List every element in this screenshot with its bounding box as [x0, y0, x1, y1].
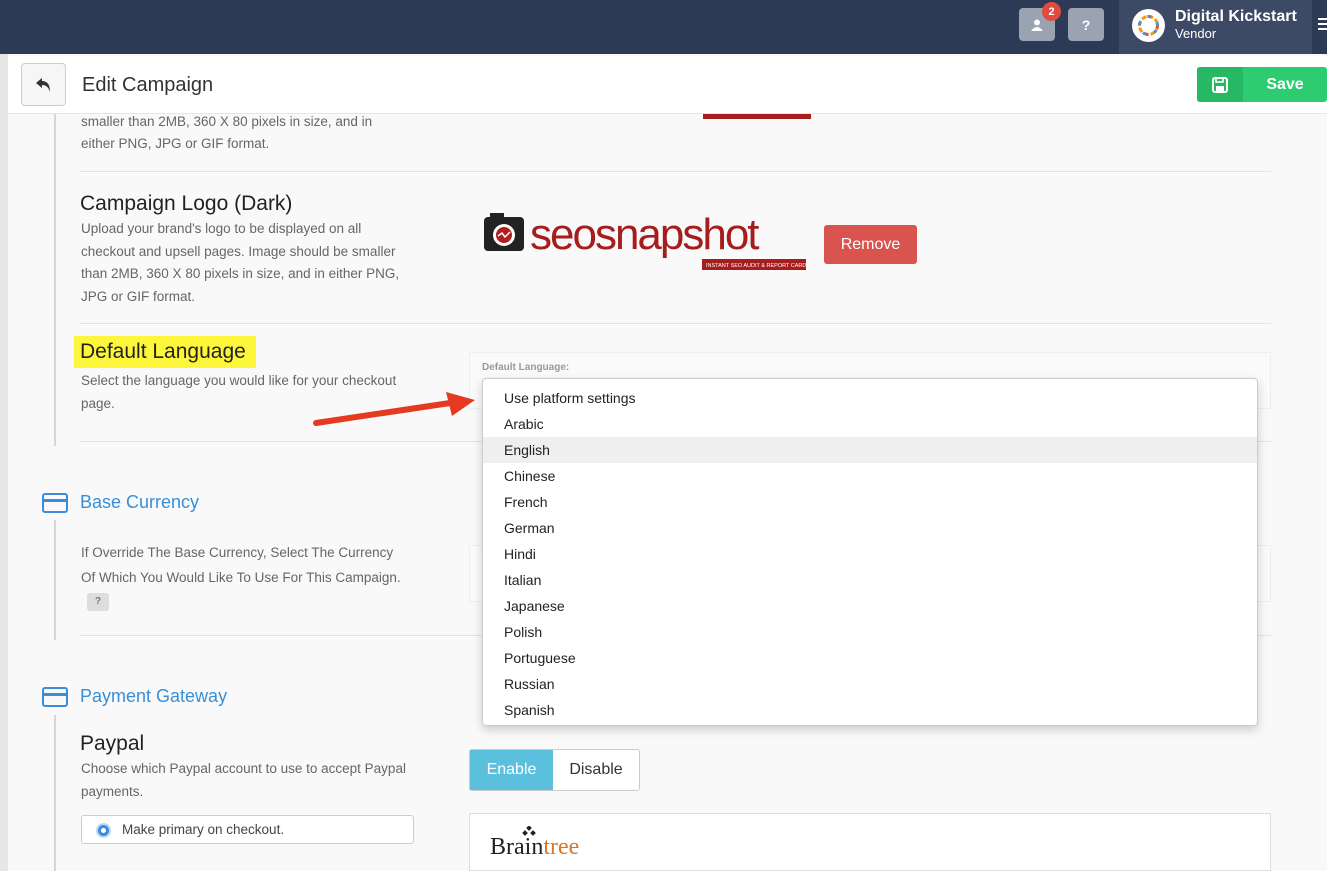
paypal-title: Paypal [80, 732, 145, 755]
language-option[interactable]: Arabic [483, 411, 1257, 437]
language-option[interactable]: French [483, 489, 1257, 515]
logo-light-preview [703, 114, 811, 119]
brand-role: Vendor [1175, 26, 1217, 41]
language-option[interactable]: English [483, 437, 1257, 463]
language-option[interactable]: Use platform settings [483, 385, 1257, 411]
paypal-toggle: Enable Disable [469, 749, 640, 791]
radio-selected[interactable] [96, 823, 111, 838]
top-navbar: 2 ? Digital Kickstart Vendor [0, 0, 1327, 54]
logo-text: seosnapshot [530, 210, 759, 259]
default-language-title: Default Language [74, 336, 256, 368]
question-icon: ? [1081, 16, 1091, 33]
user-icon [1031, 19, 1043, 31]
section-line [54, 715, 56, 871]
language-dropdown-list[interactable]: Use platform settings Arabic English Chines… [482, 378, 1258, 726]
page-title: Edit Campaign [82, 74, 214, 96]
language-option[interactable]: Chinese [483, 463, 1257, 489]
page-header: Edit Campaign Save [8, 56, 1327, 114]
language-option[interactable]: Polish [483, 619, 1257, 645]
logo-light-desc-2: either PNG, JPG or GIF format. [81, 136, 270, 151]
braintree-panel: Braintree [469, 813, 1271, 871]
help-icon[interactable]: ? [87, 593, 109, 612]
credit-card-icon [42, 687, 68, 707]
hamburger-menu-icon[interactable] [1318, 18, 1327, 33]
primary-checkout-label: Make primary on checkout. [122, 822, 285, 837]
section-line [54, 114, 56, 446]
brand-logo-icon [1132, 9, 1165, 42]
notification-badge: 2 [1042, 2, 1061, 21]
enable-button[interactable]: Enable [470, 750, 553, 790]
language-option[interactable]: Italian [483, 567, 1257, 593]
language-option[interactable]: Portuguese [483, 645, 1257, 671]
disable-button[interactable]: Disable [553, 750, 639, 790]
language-field-label: Default Language: [482, 362, 570, 373]
back-button[interactable] [21, 63, 66, 106]
logo-dark-title: Campaign Logo (Dark) [80, 192, 293, 215]
base-currency-heading: Base Currency [80, 492, 200, 512]
user-notifications-button[interactable]: 2 [1019, 2, 1061, 41]
logo-light-desc-1: smaller than 2MB, 360 X 80 pixels in siz… [81, 114, 373, 129]
payment-gateway-heading: Payment Gateway [80, 686, 228, 706]
paypal-desc: Choose which Paypal account to use to ac… [81, 761, 406, 799]
logo-dark-desc: Upload your brand's logo to be displayed… [81, 221, 400, 304]
brand-name: Digital Kickstart [1175, 8, 1297, 25]
logo-tagline: INSTANT SEO AUDIT & REPORT CARD [706, 263, 806, 269]
base-currency-desc: If Override The Base Currency, Select Th… [81, 541, 411, 615]
divider [80, 171, 1271, 172]
save-label: Save [1266, 75, 1304, 93]
annotation-arrow-icon [313, 392, 475, 426]
primary-checkout-option[interactable]: Make primary on checkout. [81, 815, 414, 844]
save-button[interactable]: Save [1197, 67, 1327, 102]
language-option[interactable]: Spanish [483, 697, 1257, 723]
seosnapshot-logo: seosnapshot INSTANT SEO AUDIT & REPORT C… [482, 207, 812, 271]
save-icon [1197, 67, 1243, 102]
remove-logo-button[interactable]: Remove [824, 225, 917, 264]
account-menu[interactable]: Digital Kickstart Vendor [1119, 0, 1312, 54]
section-line [54, 520, 56, 640]
braintree-logo: Braintree [490, 834, 580, 860]
language-option[interactable]: Russian [483, 671, 1257, 697]
language-option[interactable]: Japanese [483, 593, 1257, 619]
help-button[interactable]: ? [1068, 8, 1104, 41]
back-arrow-icon [35, 77, 50, 92]
credit-card-icon [42, 493, 68, 513]
language-option[interactable]: Hindi [483, 541, 1257, 567]
sidebar-edge [0, 54, 8, 871]
divider [80, 323, 1271, 324]
language-option[interactable]: German [483, 515, 1257, 541]
